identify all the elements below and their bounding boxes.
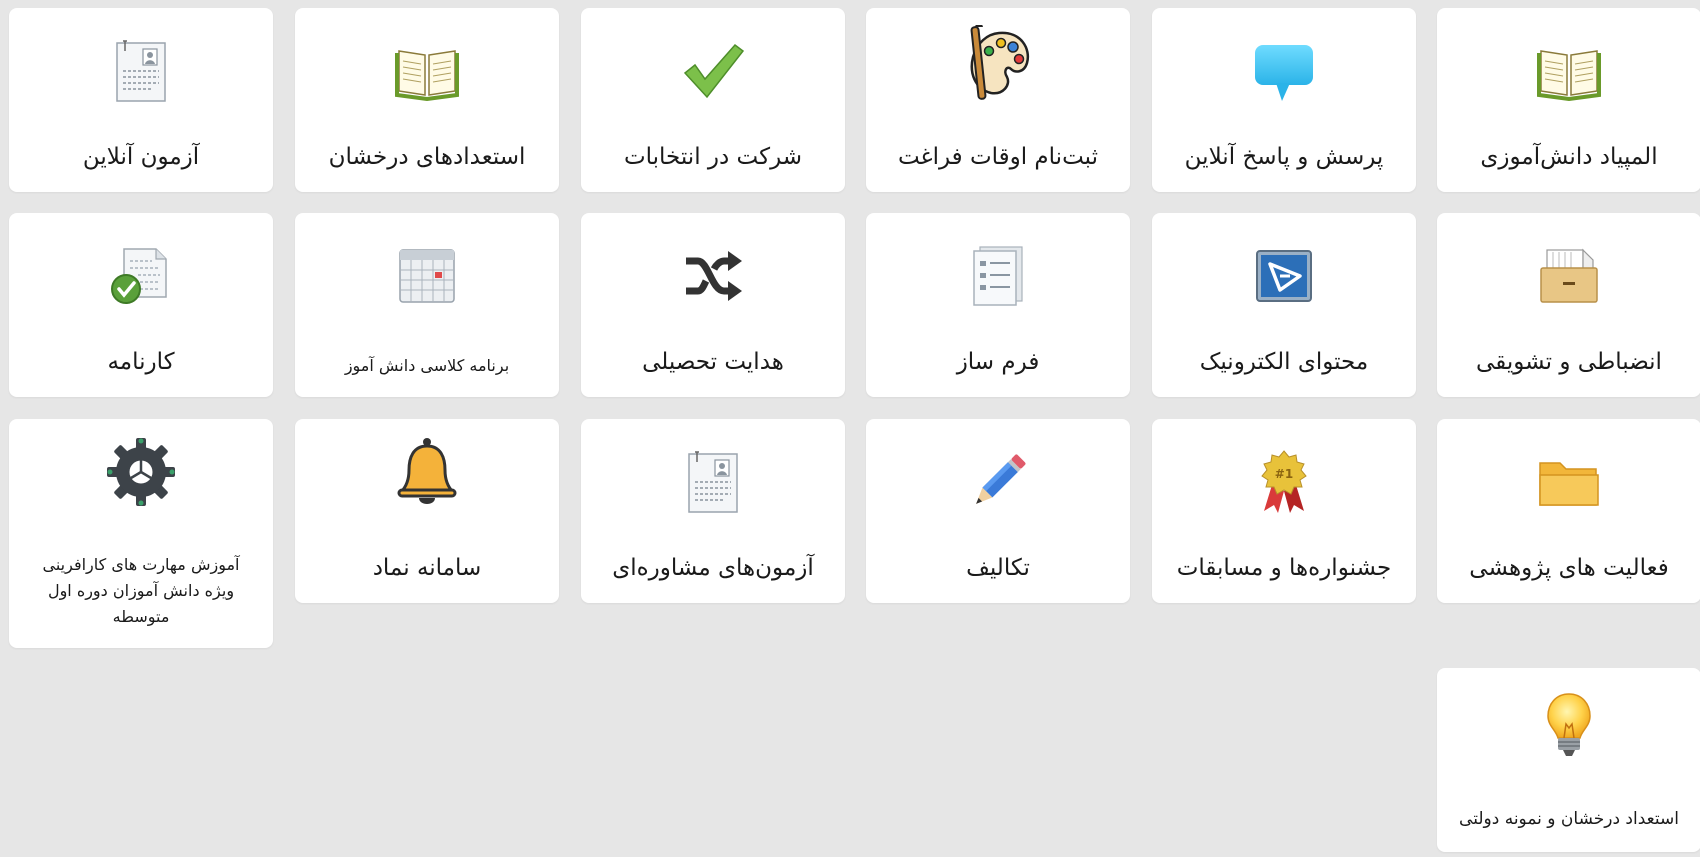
tile-label: سامانه نماد: [372, 555, 482, 581]
tile-homework[interactable]: تکالیف: [866, 419, 1130, 603]
folder-icon: [1437, 447, 1700, 517]
tile-report-card[interactable]: کارنامه: [9, 213, 273, 397]
tile-label: محتوای الکترونیک: [1199, 349, 1369, 375]
tile-label: آموزش مهارت های کارافرینی ویژه دانش آموز…: [42, 555, 240, 626]
tile-label: جشنواره‌ها و مسابقات: [1176, 555, 1392, 581]
tile-talents[interactable]: استعدادهای درخشان: [295, 8, 559, 192]
document-icon: [9, 36, 273, 106]
tile-label: برنامه کلاسی دانش آموز: [344, 356, 510, 375]
award-ribbon-icon: #1: [1152, 447, 1416, 517]
tile-label: استعداد درخشان و نمونه دولتی: [1459, 809, 1679, 829]
light-bulb-icon: [1437, 690, 1700, 760]
tile-leisure[interactable]: ثبت‌نام اوقات فراغت: [866, 8, 1130, 192]
tile-schedule[interactable]: برنامه کلاسی دانش آموز: [295, 213, 559, 397]
tile-guidance[interactable]: هدایت تحصیلی: [581, 213, 845, 397]
tile-label: انضباطی و تشویقی: [1476, 349, 1662, 375]
tile-elections[interactable]: شرکت در انتخابات: [581, 8, 845, 192]
tile-label: شرکت در انتخابات: [623, 144, 803, 170]
shuffle-icon: [581, 241, 845, 311]
bell-icon: [295, 437, 559, 507]
tile-namad[interactable]: سامانه نماد: [295, 419, 559, 603]
paint-palette-icon: [866, 25, 1130, 100]
file-box-icon: [1437, 241, 1700, 311]
checkmark-icon: [581, 36, 845, 106]
tile-festivals[interactable]: #1 جشنواره‌ها و مسابقات: [1152, 419, 1416, 603]
calendar-icon: [295, 241, 559, 311]
tile-discipline[interactable]: انضباطی و تشویقی: [1437, 213, 1700, 397]
tile-label: فرم ساز: [956, 349, 1040, 375]
pencil-icon: [866, 447, 1130, 517]
tile-form-builder[interactable]: فرم ساز: [866, 213, 1130, 397]
tile-entrepreneur[interactable]: آموزش مهارت های کارافرینی ویژه دانش آموز…: [9, 419, 273, 648]
tile-online-exam[interactable]: آزمون آنلاین: [9, 8, 273, 192]
tile-research[interactable]: فعالیت های پژوهشی: [1437, 419, 1700, 603]
speech-bubble-icon: [1152, 36, 1416, 106]
tile-label: استعدادهای درخشان: [328, 144, 526, 170]
tile-econtent[interactable]: محتوای الکترونیک: [1152, 213, 1416, 397]
tile-label: آزمون‌های مشاوره‌ای: [612, 555, 814, 581]
tile-gifted-state[interactable]: استعداد درخشان و نمونه دولتی: [1437, 668, 1700, 852]
tile-label: فعالیت های پژوهشی: [1469, 555, 1669, 581]
tile-label: تکالیف: [966, 555, 1030, 581]
tile-qa[interactable]: پرسش و پاسخ آنلاین: [1152, 8, 1416, 192]
tile-label: آزمون آنلاین: [82, 144, 200, 170]
tile-olympiad[interactable]: المپیاد دانش‌آموزی: [1437, 8, 1700, 192]
form-list-icon: [866, 241, 1130, 311]
tile-label: پرسش و پاسخ آنلاین: [1184, 144, 1384, 170]
tile-label: هدایت تحصیلی: [642, 349, 784, 375]
tile-label: المپیاد دانش‌آموزی: [1480, 144, 1658, 170]
report-check-icon: [9, 241, 273, 311]
tile-label: ثبت‌نام اوقات فراغت: [897, 144, 1099, 170]
gear-icon: [9, 437, 273, 507]
tile-label: کارنامه: [107, 349, 175, 375]
open-book-icon: [295, 36, 559, 106]
presentation-icon: [1152, 241, 1416, 311]
open-book-icon: [1437, 36, 1700, 106]
svg-text:#1: #1: [1275, 467, 1293, 481]
document-icon: [581, 447, 845, 517]
tile-counseling[interactable]: آزمون‌های مشاوره‌ای: [581, 419, 845, 603]
